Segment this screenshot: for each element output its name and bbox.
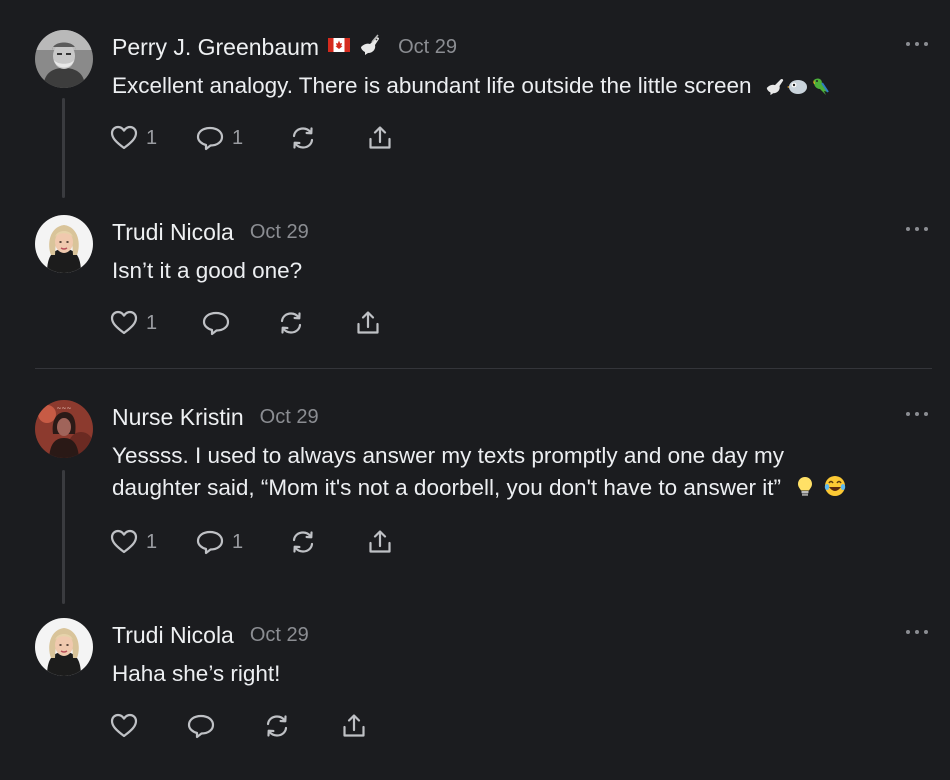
more-options-button[interactable] [906,34,928,54]
share-icon [366,124,394,152]
author-name[interactable]: Perry J. Greenbaum [112,34,319,61]
comment-date: Oct 29 [259,405,319,428]
thread-divider [35,368,932,369]
heart-icon [110,528,138,556]
comment-bubble-icon [202,309,230,337]
comment-text: Haha she’s right! [112,661,281,686]
comment-text: Excellent analogy. There is abundant lif… [112,73,752,98]
comment-body: Excellent analogy. There is abundant lif… [112,70,832,105]
thread-line [62,98,65,198]
restack-icon [277,309,305,337]
comment-body: Yessss. I used to always answer my texts… [112,440,847,507]
more-options-button[interactable] [906,404,928,424]
avatar[interactable] [35,618,93,676]
reply-button[interactable]: 1 [196,124,243,152]
author-name[interactable]: Trudi Nicola [112,622,234,649]
more-options-button[interactable] [906,219,928,239]
share-icon [366,528,394,556]
dove-icon [358,34,382,61]
like-count: 1 [146,311,158,334]
comment-bubble-icon [196,124,224,152]
avatar[interactable] [35,215,93,273]
comment-bubble-icon [187,712,215,740]
author-name[interactable]: Trudi Nicola [112,219,234,246]
share-icon [340,712,368,740]
restack-icon [289,528,317,556]
like-count: 1 [146,126,158,149]
comment-text-line: Yessss. I used to always answer my texts… [112,443,784,468]
like-button[interactable]: 1 [110,124,157,152]
reply-count: 1 [232,126,244,149]
reply-button[interactable] [202,309,230,337]
lightbulb-icon [797,475,813,507]
heart-icon [110,712,138,740]
like-count: 1 [146,530,158,553]
restack-button[interactable] [289,124,317,152]
comment-text-line: daughter said, “Mom it's not a doorbell,… [112,475,781,500]
reply-button[interactable]: 1 [196,528,243,556]
dove-icon [764,73,786,105]
comment-date: Oct 29 [249,623,309,646]
thread-line [62,470,65,604]
like-button[interactable]: 1 [110,528,157,556]
heart-icon [110,309,138,337]
more-options-button[interactable] [906,622,928,642]
restack-button[interactable] [289,528,317,556]
share-icon [354,309,382,337]
laughing-tears-icon [823,474,847,507]
like-button[interactable]: 1 [110,309,157,337]
heart-icon [110,124,138,152]
author-name[interactable]: Nurse Kristin [112,404,244,431]
restack-button[interactable] [263,712,291,740]
comment-bubble-icon [196,528,224,556]
comment-text: Isn’t it a good one? [112,258,303,283]
comment-date: Oct 29 [398,35,458,58]
avatar[interactable] [35,400,93,458]
share-button[interactable] [354,309,382,337]
share-button[interactable] [366,528,394,556]
share-button[interactable] [366,124,394,152]
comment-body: Isn’t it a good one? [112,255,302,287]
canada-flag-icon [328,37,351,57]
restack-icon [289,124,317,152]
like-button[interactable] [110,712,138,740]
comment-body: Haha she’s right! [112,658,280,690]
avatar[interactable] [35,30,93,88]
bird-icon [786,73,809,105]
author-flair [328,34,382,61]
restack-button[interactable] [277,309,305,337]
restack-icon [263,712,291,740]
parrot-icon [810,73,832,105]
reply-button[interactable] [187,712,215,740]
comment-date: Oct 29 [249,220,309,243]
reply-count: 1 [232,530,244,553]
share-button[interactable] [340,712,368,740]
